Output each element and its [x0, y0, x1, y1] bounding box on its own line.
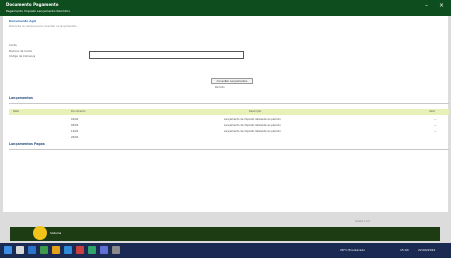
row-date: 12/04 [71, 130, 79, 133]
weather-text[interactable]: 28°C Ensolarado [340, 248, 365, 252]
brand-logo [33, 226, 47, 240]
app-icon[interactable] [100, 246, 108, 254]
start-icon[interactable] [4, 246, 12, 254]
row-date: 20/04 [71, 136, 79, 139]
table-header: Data Documento Descrição Valor [9, 109, 449, 115]
clock-date[interactable]: 22/04/2024 [418, 248, 435, 252]
col-document[interactable]: Documento [71, 110, 85, 113]
app-icon[interactable] [88, 246, 96, 254]
main-content: Documento Ágil Preencha os campos para c… [3, 16, 449, 212]
app-icon[interactable] [40, 246, 48, 254]
col-description[interactable]: Descrição [249, 110, 261, 113]
footer-bar [10, 227, 440, 241]
brand-name: Sistema [50, 231, 62, 235]
folder-icon[interactable] [52, 246, 60, 254]
breadcrumb[interactable]: Documento Ágil [9, 19, 36, 23]
table-row[interactable]: 12/04 Lançamento de imposto referente ao… [9, 130, 449, 135]
row-description: Lançamento de imposto referente ao perío… [224, 130, 281, 133]
section-divider [9, 103, 449, 104]
window-subtitle: Pagamento Imposto Lançamento Periódico [6, 9, 71, 13]
period-hint: Período [215, 86, 225, 89]
taskbar: 28°C Ensolarado 15:04 22/04/2024 [0, 243, 451, 258]
app-icon[interactable] [112, 246, 120, 254]
title-bar: Documento Pagamento Pagamento Imposto La… [0, 0, 451, 16]
row-value: — [434, 124, 437, 127]
section-divider [9, 149, 449, 150]
col-value[interactable]: Valor [429, 110, 435, 113]
table-row[interactable]: 20/04 [9, 136, 449, 141]
table-row[interactable]: 01/04 Lançamento de imposto referente ao… [9, 118, 449, 123]
row-description: Lançamento de imposto referente ao perío… [224, 124, 281, 127]
row-value: — [434, 118, 437, 121]
row-description: Lançamento de imposto referente ao perío… [224, 118, 281, 121]
window-title: Documento Pagamento [6, 2, 59, 7]
row-value: — [434, 130, 437, 133]
close-button[interactable]: × [439, 3, 444, 9]
col-date[interactable]: Data [13, 110, 19, 113]
row-date: 05/04 [71, 124, 79, 127]
consult-button[interactable]: Consultar Lançamentos [211, 78, 253, 84]
table-row[interactable]: 05/04 Lançamento de imposto referente ao… [9, 124, 449, 129]
app-icon[interactable] [76, 246, 84, 254]
account-number-label: Número da Conta [9, 50, 32, 53]
clock-time[interactable]: 15:04 [400, 248, 409, 252]
row-date: 01/04 [71, 118, 79, 121]
collection-code-label: Código de Cobrança [9, 55, 36, 58]
footer: Versão 1.0.0 Sistema [0, 212, 451, 243]
search-icon[interactable] [16, 246, 24, 254]
account-input[interactable] [89, 51, 244, 59]
browser-icon[interactable] [64, 246, 72, 254]
version-text: Versão 1.0.0 [355, 220, 370, 223]
section-title-pagos: Lançamentos Pagos [9, 142, 45, 146]
task-view-icon[interactable] [28, 246, 36, 254]
conta-label: Conta [9, 44, 17, 47]
minimize-button[interactable]: – [425, 3, 428, 9]
page-subtitle: Preencha os campos para consultar os lan… [9, 25, 77, 28]
section-title-lancamentos: Lançamentos [9, 96, 33, 100]
